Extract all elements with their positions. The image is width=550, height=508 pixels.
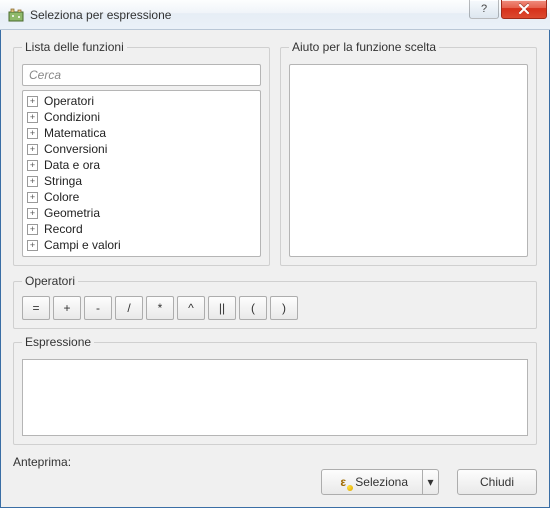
epsilon-icon: ε xyxy=(336,475,350,489)
tree-item-label: Geometria xyxy=(44,206,100,220)
help-group: Aiuto per la funzione scelta xyxy=(280,40,537,266)
expander-icon[interactable]: + xyxy=(27,96,38,107)
function-tree[interactable]: + Operatori + Condizioni + Matematica + Convers… xyxy=(22,90,261,257)
expander-icon[interactable]: + xyxy=(27,112,38,123)
tree-item-label: Stringa xyxy=(44,174,82,188)
help-content xyxy=(289,64,528,257)
operator-button[interactable]: ( xyxy=(239,296,267,320)
title-bar: Seleziona per espressione ? xyxy=(0,0,550,30)
expander-icon[interactable]: + xyxy=(27,240,38,251)
functions-legend: Lista delle funzioni xyxy=(22,40,127,54)
tree-item-label: Colore xyxy=(44,190,79,204)
tree-item[interactable]: + Record xyxy=(27,221,256,237)
expander-icon[interactable]: + xyxy=(27,176,38,187)
tree-item-label: Condizioni xyxy=(44,110,100,124)
expression-input[interactable] xyxy=(22,359,528,436)
expander-icon[interactable]: + xyxy=(27,128,38,139)
expression-legend: Espressione xyxy=(22,335,94,349)
client-area: Lista delle funzioni + Operatori + Condizio… xyxy=(0,30,550,508)
tree-item[interactable]: + Campi e valori xyxy=(27,237,256,253)
operators-legend: Operatori xyxy=(22,274,78,288)
expander-icon[interactable]: + xyxy=(27,208,38,219)
app-icon xyxy=(8,7,24,23)
expander-icon[interactable]: + xyxy=(27,160,38,171)
close-dialog-button[interactable]: Chiudi xyxy=(457,469,537,495)
tree-item[interactable]: + Conversioni xyxy=(27,141,256,157)
tree-item[interactable]: + Matematica xyxy=(27,125,256,141)
tree-item-label: Campi e valori xyxy=(44,238,121,252)
operator-button[interactable]: = xyxy=(22,296,50,320)
operator-button[interactable]: || xyxy=(208,296,236,320)
close-dialog-button-label: Chiudi xyxy=(480,475,514,489)
select-button-group: ε Seleziona ▾ xyxy=(321,469,439,495)
tree-item[interactable]: + Stringa xyxy=(27,173,256,189)
help-legend: Aiuto per la funzione scelta xyxy=(289,40,439,54)
expander-icon[interactable]: + xyxy=(27,144,38,155)
tree-item-label: Operatori xyxy=(44,94,94,108)
preview-label: Anteprima: xyxy=(13,455,537,469)
expression-group: Espressione xyxy=(13,335,537,445)
tree-item-label: Conversioni xyxy=(44,142,107,156)
tree-item[interactable]: + Data e ora xyxy=(27,157,256,173)
window-title: Seleziona per espressione xyxy=(30,8,171,22)
tree-item[interactable]: + Operatori xyxy=(27,93,256,109)
operators-group: Operatori =+-/*^||() xyxy=(13,274,537,329)
help-button[interactable]: ? xyxy=(469,0,499,19)
tree-item[interactable]: + Geometria xyxy=(27,205,256,221)
expander-icon[interactable]: + xyxy=(27,192,38,203)
tree-item-label: Data e ora xyxy=(44,158,100,172)
close-button[interactable] xyxy=(501,0,547,19)
tree-item[interactable]: + Condizioni xyxy=(27,109,256,125)
select-button[interactable]: ε Seleziona xyxy=(321,469,423,495)
select-button-label: Seleziona xyxy=(355,475,408,489)
select-dropdown-button[interactable]: ▾ xyxy=(423,469,439,495)
functions-group: Lista delle funzioni + Operatori + Condizio… xyxy=(13,40,270,266)
operator-button[interactable]: * xyxy=(146,296,174,320)
operator-button[interactable]: / xyxy=(115,296,143,320)
operator-button[interactable]: - xyxy=(84,296,112,320)
tree-item-label: Matematica xyxy=(44,126,106,140)
tree-item[interactable]: + Colore xyxy=(27,189,256,205)
search-input[interactable] xyxy=(22,64,261,86)
operator-button[interactable]: + xyxy=(53,296,81,320)
chevron-down-icon: ▾ xyxy=(427,475,433,489)
expander-icon[interactable]: + xyxy=(27,224,38,235)
operator-button[interactable]: ) xyxy=(270,296,298,320)
tree-item-label: Record xyxy=(44,222,83,236)
operator-button[interactable]: ^ xyxy=(177,296,205,320)
